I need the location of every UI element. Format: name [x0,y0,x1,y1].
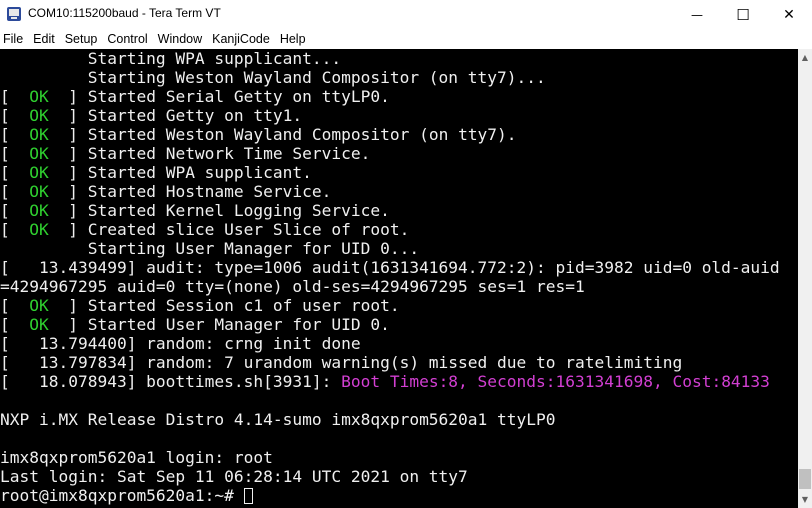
line-text: ] Created slice User Slice of root. [48,220,410,239]
menu-kanjicode[interactable]: KanjiCode [208,32,274,46]
ok-status: OK [29,201,49,220]
line-text: ] Started Kernel Logging Service. [48,201,390,220]
window-title: COM10:115200baud - Tera Term VT [28,6,221,20]
menu-setup[interactable]: Setup [61,32,102,46]
minimize-icon: — [691,7,703,22]
scroll-up-arrow-icon[interactable]: ▲ [798,49,812,66]
ok-status: OK [29,315,49,334]
line-text: ] Started Hostname Service. [48,182,332,201]
line-text: [ [0,144,30,163]
menu-file[interactable]: File [0,32,27,46]
menu-control[interactable]: Control [103,32,151,46]
terminal-line: Starting WPA supplicant... [0,49,798,68]
terminal-line: [ 13.797834] random: 7 urandom warning(s… [0,353,798,372]
line-text: [ [0,296,30,315]
line-text: [ [0,182,30,201]
line-text: Starting User Manager for UID 0... [0,239,420,258]
terminal-line: [ 13.439499] audit: type=1006 audit(1631… [0,258,798,277]
line-text: =4294967295 auid=0 tty=(none) old-ses=42… [0,277,585,296]
terminal-line: [ OK ] Started Session c1 of user root. [0,296,798,315]
ok-status: OK [29,296,49,315]
terminal-line: Starting User Manager for UID 0... [0,239,798,258]
terminal-line: root@imx8qxprom5620a1:~# [0,486,798,505]
line-text: [ [0,220,30,239]
line-text: Starting WPA supplicant... [0,49,342,68]
ok-status: OK [29,182,49,201]
vertical-scrollbar[interactable]: ▲ ▼ [798,49,812,508]
line-text: NXP i.MX Release Distro 4.14-sumo imx8qx… [0,410,556,429]
close-icon: ✕ [783,6,795,23]
line-text: [ [0,125,30,144]
line-text: ] Started Network Time Service. [48,144,371,163]
line-text: [ 13.797834] random: 7 urandom warning(s… [0,353,683,372]
line-text: ] Started Getty on tty1. [48,106,303,125]
maximize-icon: ☐ [736,5,750,24]
line-text: ] Started Session c1 of user root. [48,296,400,315]
line-text: [ [0,87,30,106]
line-text: Last login: Sat Sep 11 06:28:14 UTC 2021… [0,467,468,486]
menu-help[interactable]: Help [276,32,310,46]
terminal-line: imx8qxprom5620a1 login: root [0,448,798,467]
terminal-line: =4294967295 auid=0 tty=(none) old-ses=42… [0,277,798,296]
teraterm-app-icon[interactable] [6,6,22,22]
terminal-line: [ OK ] Started Network Time Service. [0,144,798,163]
terminal-line: [ OK ] Started WPA supplicant. [0,163,798,182]
line-text: root@imx8qxprom5620a1:~# [0,486,244,505]
terminal-line: Last login: Sat Sep 11 06:28:14 UTC 2021… [0,467,798,486]
terminal-line: [ 13.794400] random: crng init done [0,334,798,353]
menu-edit[interactable]: Edit [29,32,59,46]
line-text: [ 13.439499] audit: type=1006 audit(1631… [0,258,780,277]
line-text: [ [0,315,30,334]
line-text: [ 18.078943] boottimes.sh[3931]: [0,372,342,391]
scroll-down-arrow-icon[interactable]: ▼ [798,491,812,508]
line-text: ] Started Weston Wayland Compositor (on … [48,125,517,144]
ok-status: OK [29,163,49,182]
terminal-output[interactable]: Starting WPA supplicant... Starting West… [0,49,798,508]
line-text: ] Started User Manager for UID 0. [48,315,390,334]
scroll-thumb[interactable] [799,469,811,489]
terminal-line: [ OK ] Started Serial Getty on ttyLP0. [0,87,798,106]
ok-status: OK [29,87,49,106]
line-text: Starting Weston Wayland Compositor (on t… [0,68,546,87]
terminal-line: Starting Weston Wayland Compositor (on t… [0,68,798,87]
terminal-line: NXP i.MX Release Distro 4.14-sumo imx8qx… [0,410,798,429]
ok-status: OK [29,106,49,125]
menu-window[interactable]: Window [154,32,206,46]
terminal-line: [ OK ] Started Getty on tty1. [0,106,798,125]
terminal-line: [ OK ] Started User Manager for UID 0. [0,315,798,334]
maximize-button[interactable]: ☐ [720,0,766,29]
line-text: [ 13.794400] random: crng init done [0,334,361,353]
terminal-line: [ 18.078943] boottimes.sh[3931]: Boot Ti… [0,372,798,391]
menu-bar: File Edit Setup Control Window KanjiCode… [0,29,812,49]
line-text: [ [0,163,30,182]
line-text: imx8qxprom5620a1 login: root [0,448,273,467]
line-text: [ [0,106,30,125]
terminal-line: [ OK ] Started Weston Wayland Compositor… [0,125,798,144]
terminal-line: [ OK ] Created slice User Slice of root. [0,220,798,239]
close-button[interactable]: ✕ [766,0,812,29]
ok-status: OK [29,220,49,239]
line-text: ] Started WPA supplicant. [48,163,312,182]
text-cursor [243,488,253,504]
title-bar[interactable]: COM10:115200baud - Tera Term VT — ☐ ✕ [0,0,812,29]
ok-status: OK [29,144,49,163]
terminal-line: [ OK ] Started Kernel Logging Service. [0,201,798,220]
minimize-button[interactable]: — [674,0,720,29]
line-text: [ [0,201,30,220]
line-text: ] Started Serial Getty on ttyLP0. [48,87,390,106]
terminal-line: [ OK ] Started Hostname Service. [0,182,798,201]
ok-status: OK [29,125,49,144]
boot-times-text: Boot Times:8, Seconds:1631341698, Cost:8… [341,372,770,391]
